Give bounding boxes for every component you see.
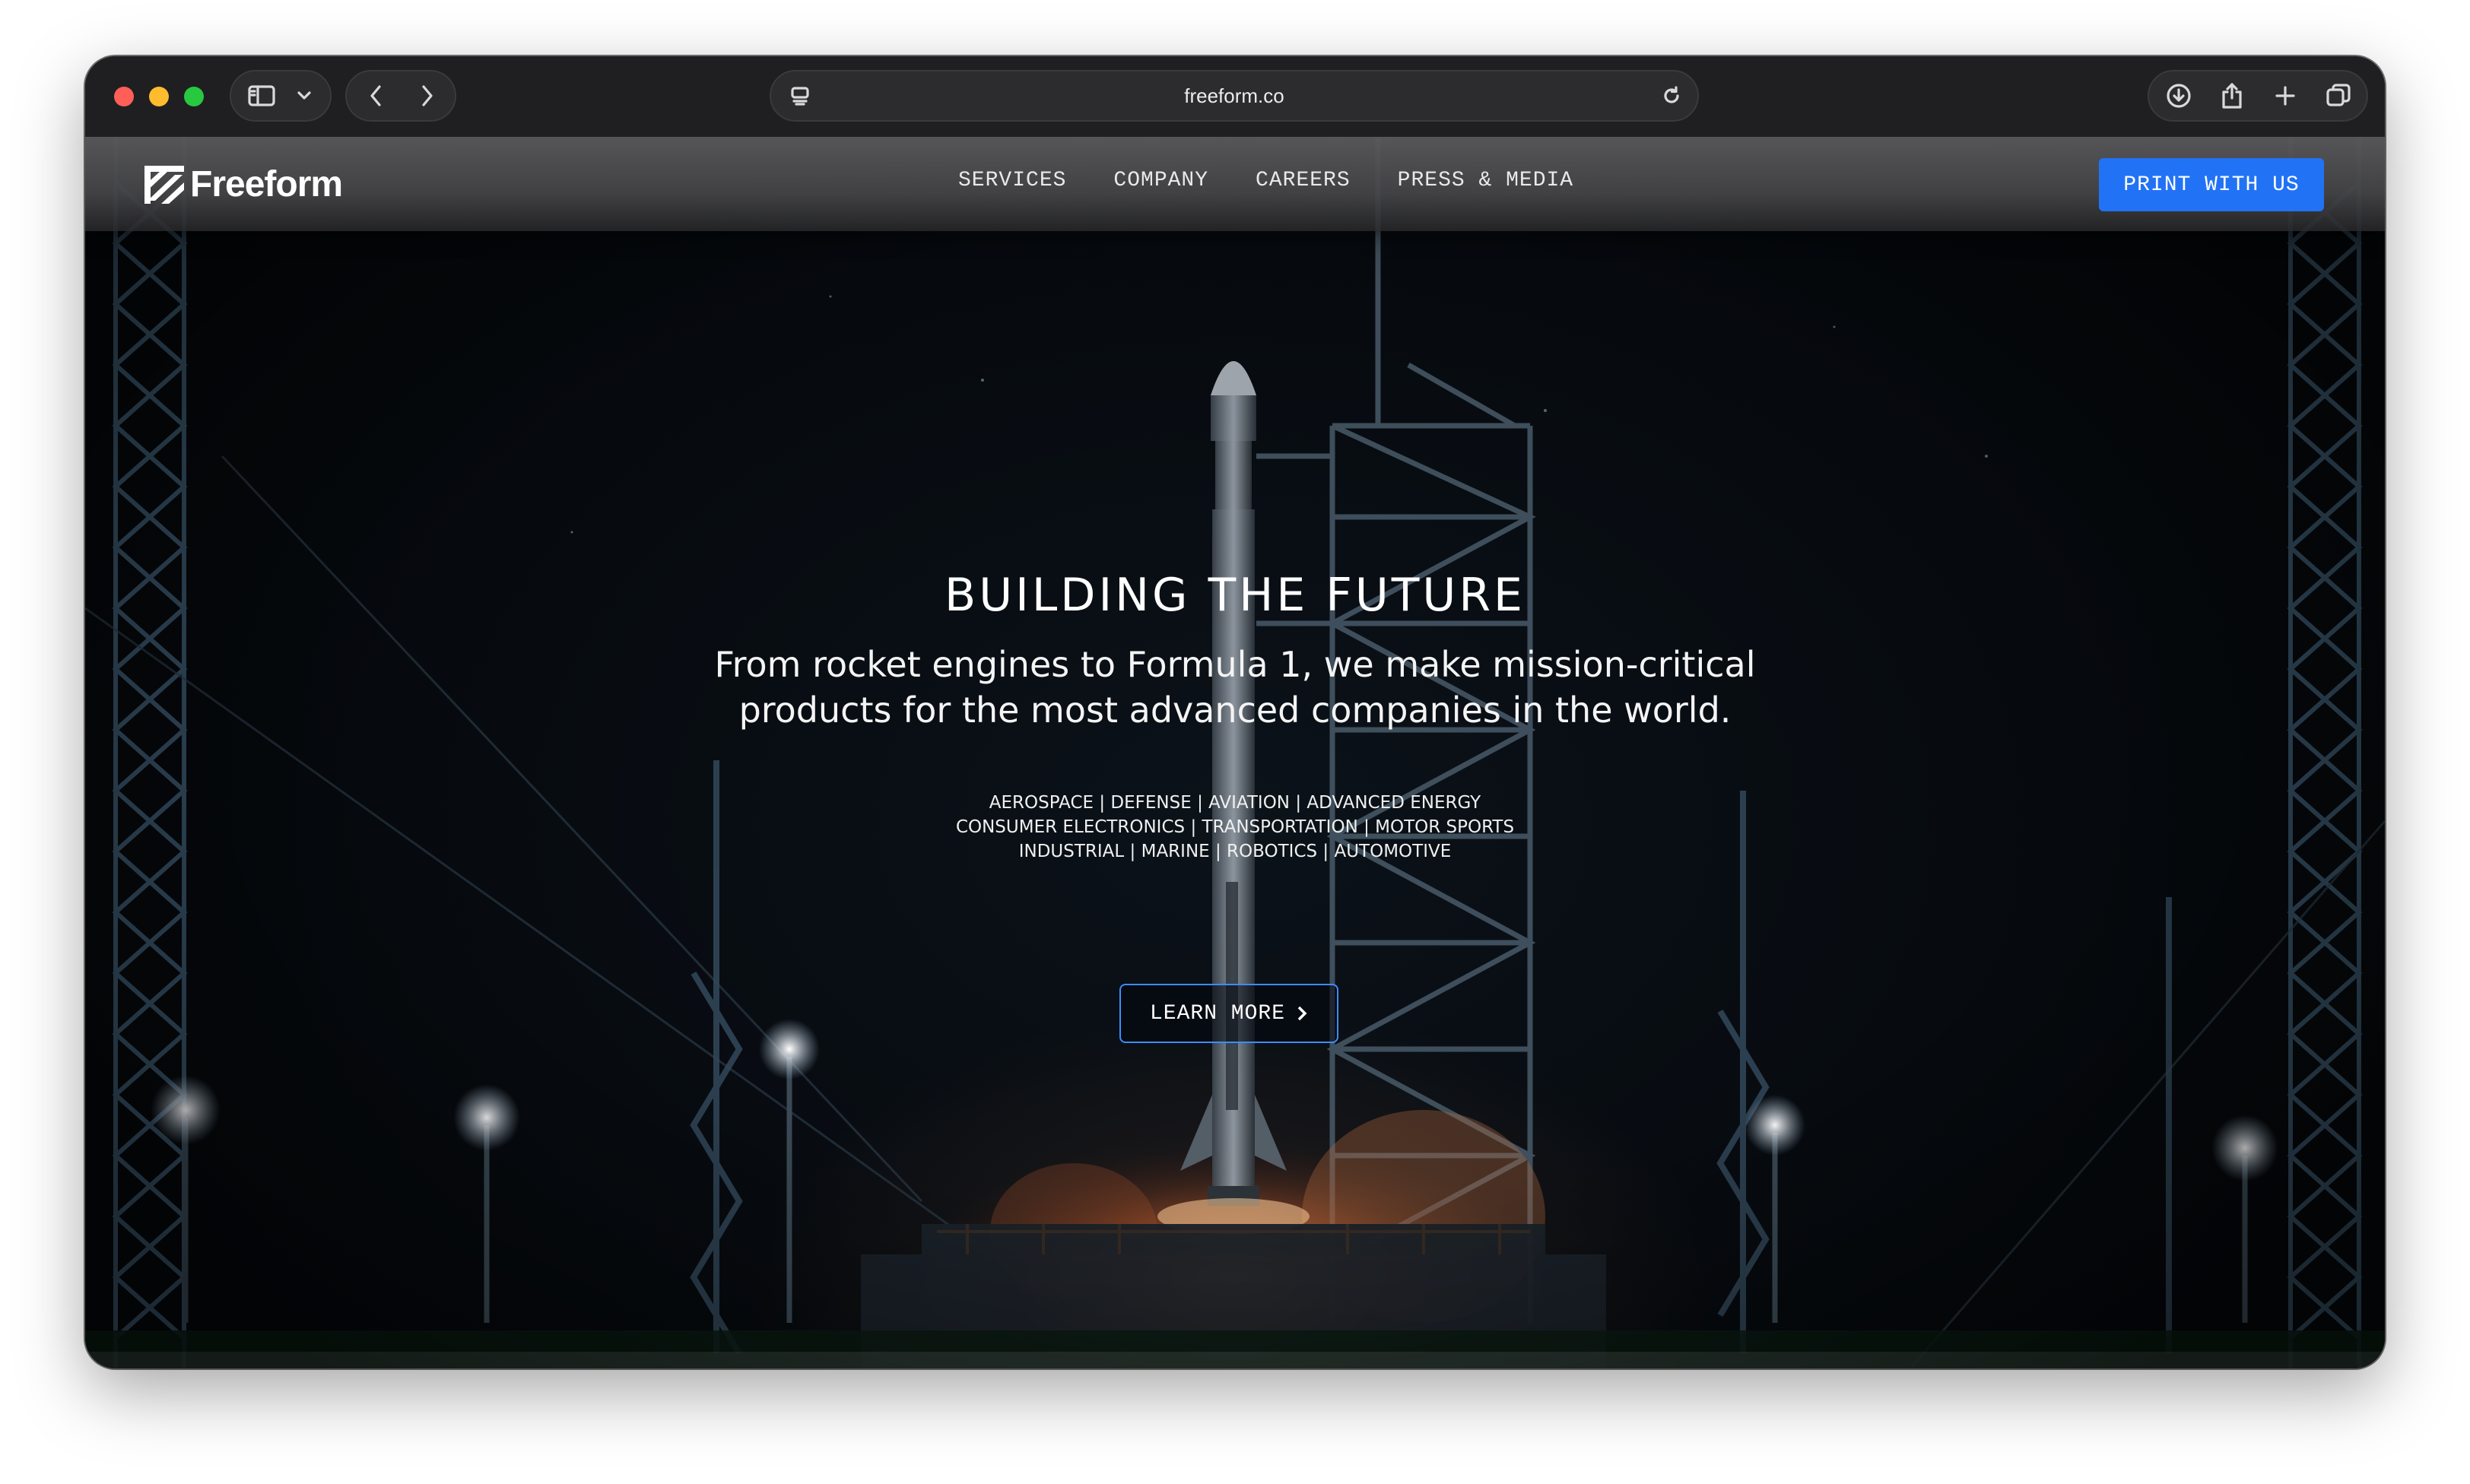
browser-window: freeform.co Freeform SERVICES COMPANY CA… xyxy=(85,56,2385,1368)
hero-subtitle: From rocket engines to Formula 1, we mak… xyxy=(85,642,2385,733)
nav-careers[interactable]: CAREERS xyxy=(1256,169,1351,192)
freeform-logo-mark-icon xyxy=(144,166,184,204)
share-icon[interactable] xyxy=(2211,71,2253,120)
site-header: Freeform SERVICES COMPANY CAREERS PRESS … xyxy=(85,137,2385,231)
hero-section xyxy=(85,137,2385,1368)
learn-more-label: LEARN MORE xyxy=(1149,1001,1286,1026)
learn-more-button[interactable]: LEARN MORE xyxy=(1119,984,1338,1043)
freeform-logo[interactable]: Freeform xyxy=(144,164,343,205)
sidebar-icon[interactable] xyxy=(243,71,280,120)
chevron-down-icon[interactable] xyxy=(289,71,319,120)
chevron-right-icon xyxy=(1297,1006,1307,1021)
chevron-left-icon[interactable] xyxy=(357,71,394,120)
hero-subtitle-line-1: From rocket engines to Formula 1, we mak… xyxy=(714,644,1756,685)
browser-toolbar: freeform.co xyxy=(85,56,2385,138)
plus-icon[interactable] xyxy=(2265,71,2306,120)
nav-press-media[interactable]: PRESS & MEDIA xyxy=(1398,169,1573,192)
hero-title: BUILDING THE FUTURE xyxy=(945,569,1525,622)
toolbar-actions-group xyxy=(2148,70,2368,122)
download-icon[interactable] xyxy=(2158,71,2199,120)
tabs-icon[interactable] xyxy=(2318,71,2359,120)
url-text[interactable]: freeform.co xyxy=(771,71,1697,120)
nav-services[interactable]: SERVICES xyxy=(958,169,1066,192)
address-bar[interactable]: freeform.co xyxy=(770,70,1699,122)
reload-icon[interactable] xyxy=(1653,71,1690,120)
minimize-window-button[interactable] xyxy=(149,87,169,106)
primary-nav: SERVICES COMPANY CAREERS PRESS & MEDIA xyxy=(958,169,1573,192)
print-with-us-button[interactable]: PRINT WITH US xyxy=(2099,158,2324,211)
nav-company[interactable]: COMPANY xyxy=(1113,169,1208,192)
rocket-launch-background-image xyxy=(85,137,2385,1368)
industries-line-2: CONSUMER ELECTRONICS | TRANSPORTATION | … xyxy=(955,817,1515,837)
industries-list: AEROSPACE | DEFENSE | AVIATION | ADVANCE… xyxy=(85,791,2385,864)
logo-wordmark: Freeform xyxy=(190,164,343,205)
industries-line-1: AEROSPACE | DEFENSE | AVIATION | ADVANCE… xyxy=(989,793,1481,813)
zoom-window-button[interactable] xyxy=(184,87,204,106)
history-nav-group xyxy=(345,70,456,122)
chevron-right-icon[interactable] xyxy=(409,71,446,120)
industries-line-3: INDUSTRIAL | MARINE | ROBOTICS | AUTOMOT… xyxy=(1018,842,1452,861)
webpage: Freeform SERVICES COMPANY CAREERS PRESS … xyxy=(85,137,2385,1368)
sidebar-toggle-group xyxy=(230,70,332,122)
hero-subtitle-line-2: products for the most advanced companies… xyxy=(738,690,1732,731)
close-window-button[interactable] xyxy=(114,87,134,106)
